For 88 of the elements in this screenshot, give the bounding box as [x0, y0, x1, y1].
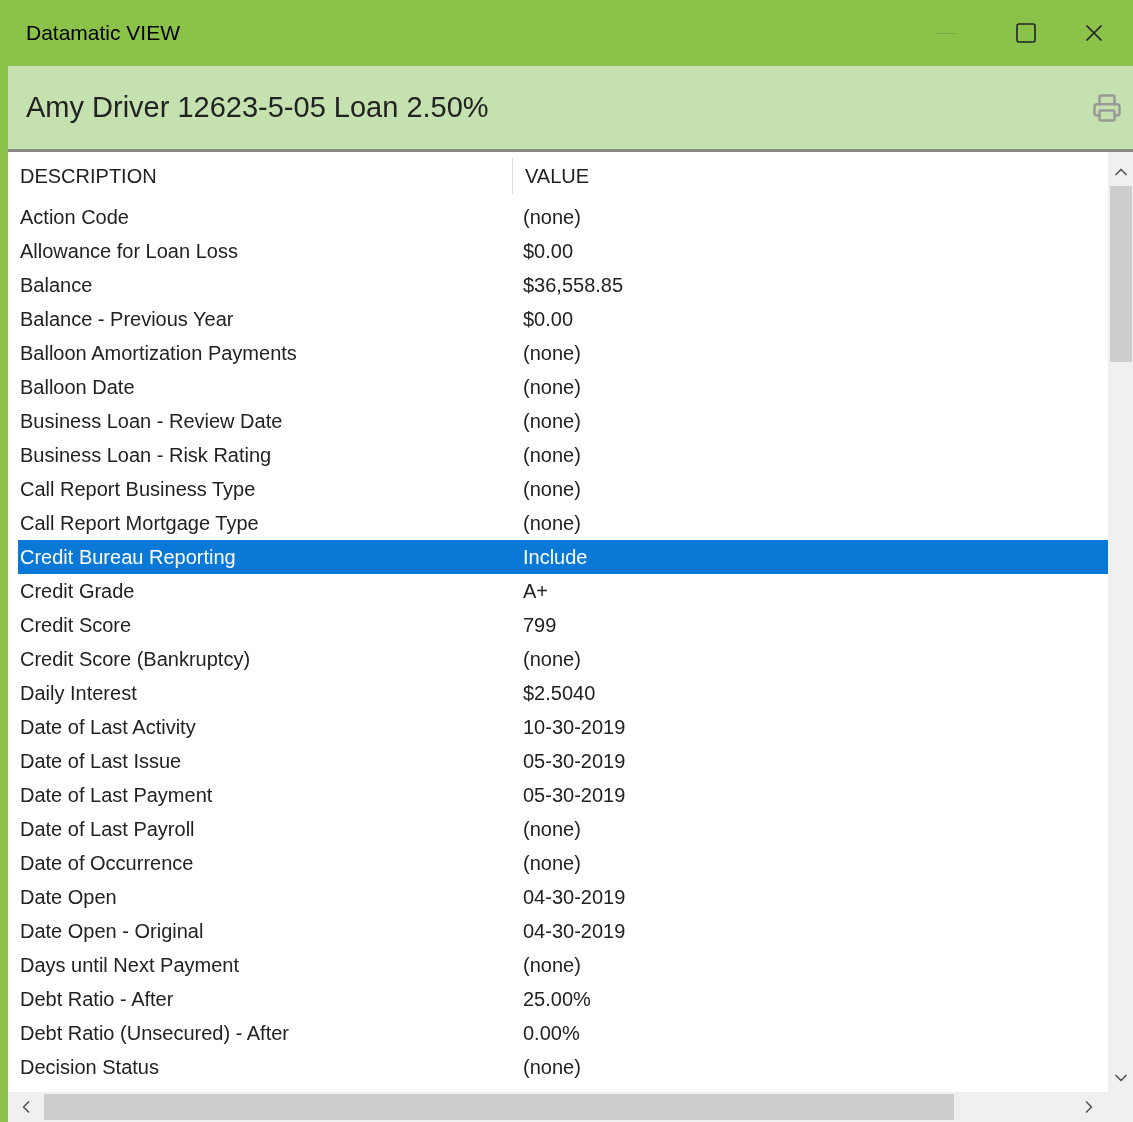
description-cell-text: Allowance for Loan Loss — [19, 239, 239, 264]
description-cell-text: Call Report Mortgage Type — [19, 511, 260, 536]
description-cell-text: Date of Occurrence — [19, 851, 195, 876]
description-cell-text: Debt Ratio (Unsecured) - After — [19, 1021, 290, 1046]
value-cell-text: (none) — [523, 647, 582, 672]
record-title: Amy Driver 12623-5-05 Loan 2.50% — [26, 89, 490, 125]
value-cell-text: $0.00 — [523, 239, 575, 264]
value-cell-text: 04-30-2019 — [523, 919, 627, 944]
table-row[interactable]: Date of Last Activity 10-30-2019 — [18, 710, 1108, 744]
table-row[interactable]: Date of Last Payroll (none) — [18, 812, 1108, 846]
table-row[interactable]: Call Report Business Type (none) — [18, 472, 1108, 506]
table-row[interactable]: Credit Bureau Reporting Include — [18, 540, 1108, 574]
scrollbar-thumb[interactable] — [1109, 186, 1132, 362]
table-row[interactable]: Allowance for Loan Loss $0.00 — [18, 234, 1108, 268]
value-cell-text: (none) — [523, 953, 582, 978]
table-row[interactable]: Credit Grade A+ — [18, 574, 1108, 608]
table-row[interactable]: Date Open 04-30-2019 — [18, 880, 1108, 914]
scrollbar-thumb[interactable] — [44, 1094, 954, 1120]
value-cell-text: (none) — [523, 443, 582, 468]
horizontal-scrollbar[interactable] — [8, 1092, 1133, 1122]
value-cell-text: (none) — [523, 511, 582, 536]
window-title: Datamatic VIEW — [26, 20, 182, 47]
table-row[interactable]: Decision Status (none) — [18, 1050, 1108, 1084]
value-cell-text: (none) — [523, 477, 582, 502]
value-cell-text: $2.5040 — [523, 681, 597, 706]
column-header[interactable]: VALUE — [513, 158, 1108, 194]
value-cell-text: $36,558.85 — [523, 273, 625, 298]
table-row[interactable]: Daily Interest $2.5040 — [18, 676, 1108, 710]
value-cell-text: (none) — [523, 817, 582, 842]
table-row[interactable]: Business Loan - Review Date (none) — [18, 404, 1108, 438]
value-cell-text: A+ — [523, 579, 550, 604]
description-cell-text: Call Report Business Type — [19, 477, 257, 502]
column-header[interactable]: DESCRIPTION — [8, 158, 513, 194]
printer-icon — [1092, 92, 1122, 123]
table-row[interactable]: Credit Score 799 — [18, 608, 1108, 642]
table-row[interactable]: Date of Occurrence (none) — [18, 846, 1108, 880]
value-cell-text: 0.00% — [523, 1021, 581, 1046]
description-cell-text: Date Open — [19, 885, 118, 910]
description-cell-text: Credit Score — [19, 613, 133, 638]
value-cell-text: 04-30-2019 — [523, 885, 627, 910]
description-cell-text: Decision Status — [19, 1055, 160, 1080]
description-cell-text: Credit Score (Bankruptcy) — [19, 647, 252, 672]
table-row[interactable]: Balance - Previous Year $0.00 — [18, 302, 1108, 336]
value-cell-text: (none) — [523, 205, 582, 230]
description-cell-text: Balance - Previous Year — [19, 307, 235, 332]
table-row[interactable]: Date Open - Original 04-30-2019 — [18, 914, 1108, 948]
description-cell-text: Daily Interest — [19, 681, 138, 706]
table-row[interactable]: Date of Last Issue 05-30-2019 — [18, 744, 1108, 778]
description-cell-text: Date of Last Issue — [19, 749, 183, 774]
description-cell-text: Days until Next Payment — [19, 953, 240, 978]
value-cell-text: 799 — [523, 613, 558, 638]
description-cell-text: Credit Bureau Reporting — [19, 545, 237, 570]
description-cell-text: Action Code — [19, 205, 130, 230]
value-cell-text: 05-30-2019 — [523, 783, 627, 808]
table-row[interactable]: Debt Ratio (Unsecured) - After 0.00% — [18, 1016, 1108, 1050]
table-row[interactable]: Date of Last Payment 05-30-2019 — [18, 778, 1108, 812]
value-cell-text: (none) — [523, 341, 582, 366]
value-cell-text: 10-30-2019 — [523, 715, 627, 740]
table-row[interactable]: Credit Score (Bankruptcy) (none) — [18, 642, 1108, 676]
description-cell-text: Balloon Amortization Payments — [19, 341, 298, 366]
description-cell-text: Balloon Date — [19, 375, 136, 400]
description-cell-text: Date of Last Payroll — [19, 817, 196, 842]
value-cell-text: (none) — [523, 1055, 582, 1080]
table-row[interactable]: Business Loan - Risk Rating (none) — [18, 438, 1108, 472]
table-row[interactable]: Balloon Amortization Payments (none) — [18, 336, 1108, 370]
description-cell-text: Business Loan - Risk Rating — [19, 443, 273, 468]
description-cell-text: Date of Last Payment — [19, 783, 214, 808]
table-row[interactable]: Call Report Mortgage Type (none) — [18, 506, 1108, 540]
value-cell-text: (none) — [523, 375, 582, 400]
description-cell-text: Date Open - Original — [19, 919, 205, 944]
value-cell-text: 05-30-2019 — [523, 749, 627, 774]
table-row[interactable]: Debt Ratio - After 25.00% — [18, 982, 1108, 1016]
description-cell-text: Business Loan - Review Date — [19, 409, 284, 434]
table-row[interactable]: Action Code (none) — [18, 200, 1108, 234]
table-row[interactable]: Balance $36,558.85 — [18, 268, 1108, 302]
value-cell-text: $0.00 — [523, 307, 575, 332]
value-cell-text: 25.00% — [523, 987, 592, 1012]
description-cell-text: Credit Grade — [19, 579, 136, 604]
value-cell-text: Include — [523, 545, 589, 570]
description-cell-text: Balance — [19, 273, 94, 298]
description-cell-text: Debt Ratio - After — [19, 987, 175, 1012]
vertical-scrollbar[interactable] — [1108, 152, 1133, 1092]
value-cell-text: (none) — [523, 851, 582, 876]
table-row[interactable]: Days until Next Payment (none) — [18, 948, 1108, 982]
table-row[interactable]: Balloon Date (none) — [18, 370, 1108, 404]
description-cell-text: Date of Last Activity — [19, 715, 197, 740]
value-cell-text: (none) — [523, 409, 582, 434]
maximize-icon — [1014, 21, 1038, 45]
